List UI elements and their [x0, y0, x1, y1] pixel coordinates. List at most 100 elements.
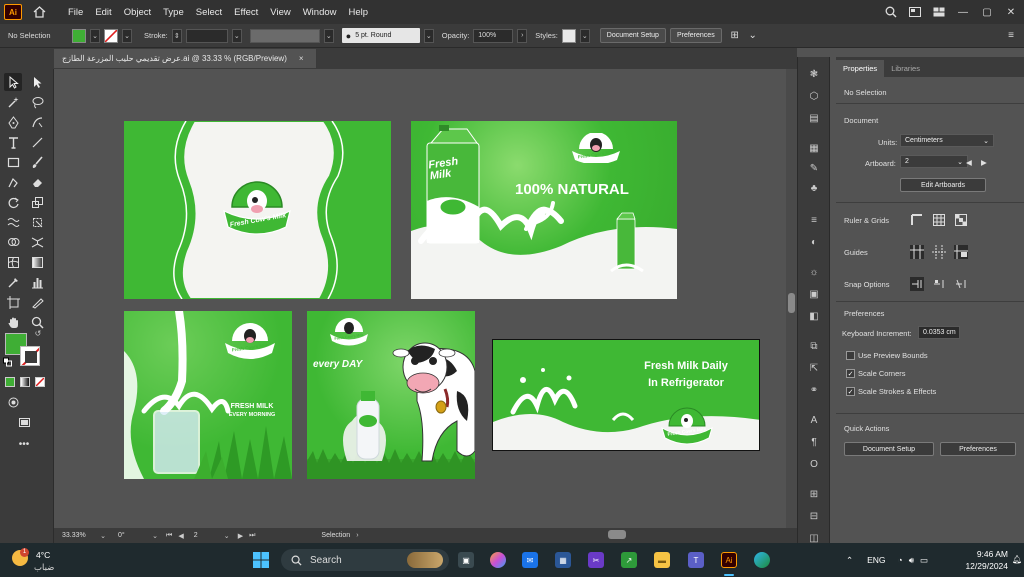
opacity-dropdown-icon[interactable]: › — [517, 28, 528, 43]
show-hidden-icons-icon[interactable]: ⌃ — [846, 555, 853, 566]
snap-to-glyph-icon[interactable] — [954, 277, 968, 291]
file-explorer-icon[interactable]: ▬ — [654, 552, 670, 568]
vertical-scrollbar[interactable] — [786, 69, 797, 528]
stroke-color-indicator[interactable] — [20, 346, 40, 366]
stroke-weight-stepper[interactable]: ⇕ — [171, 28, 182, 43]
brush-definition[interactable]: ● 5 pt. Round — [341, 28, 420, 43]
zoom-field[interactable]: 33.33% — [58, 530, 92, 541]
snap-to-point-icon[interactable] — [910, 277, 924, 291]
stroke-weight-field[interactable] — [185, 28, 228, 43]
brush-dropdown-icon[interactable]: ⌄ — [423, 28, 434, 43]
gradient-tool-icon[interactable] — [28, 253, 46, 271]
smart-guides-icon[interactable] — [932, 245, 946, 259]
snap-to-pixel-icon[interactable] — [932, 277, 946, 291]
free-transform-tool-icon[interactable] — [28, 213, 46, 231]
lasso-tool-icon[interactable] — [28, 93, 46, 111]
graphic-style-swatch[interactable] — [561, 28, 576, 43]
start-menu-icon[interactable] — [253, 552, 269, 568]
document-setup-button[interactable]: Document Setup — [599, 28, 666, 43]
stroke-swatch[interactable] — [104, 28, 118, 43]
gradient-mode-icon[interactable] — [20, 377, 30, 387]
next-artboard-icon[interactable]: ▶ — [238, 532, 243, 540]
learn-icon[interactable]: ❃ — [807, 67, 821, 81]
artboard-5[interactable]: Fresh Milk Daily In Refrigerator Fresh C… — [492, 339, 760, 451]
draw-mode-icon[interactable] — [4, 393, 22, 411]
artboard-3[interactable]: FRESH MILK EVERY MORNING Fresh Cow's Mil… — [124, 311, 292, 479]
transform-icon[interactable]: ⊞ — [807, 487, 821, 501]
scale-corners-checkbox[interactable]: ✓ — [846, 369, 855, 378]
panel-menu-icon[interactable]: ≡ — [1004, 29, 1018, 43]
last-artboard-icon[interactable]: ⏭ — [249, 532, 255, 540]
teams-icon[interactable]: T — [688, 552, 704, 568]
swap-fill-stroke-icon[interactable]: ↺ — [33, 328, 43, 338]
task-view-icon[interactable]: ▣ — [458, 552, 474, 568]
zoom-dropdown-icon[interactable]: ⌄ — [98, 530, 108, 541]
artboard-navigator-dropdown-icon[interactable]: ⌄ — [222, 530, 232, 541]
libraries-icon[interactable]: ▦ — [807, 141, 821, 155]
gradient-panel-icon[interactable]: ▣ — [807, 287, 821, 301]
taskbar-search[interactable]: Search — [281, 549, 449, 571]
language-indicator[interactable]: ENG — [867, 555, 885, 565]
line-segment-tool-icon[interactable] — [28, 133, 46, 151]
menu-object[interactable]: Object — [118, 7, 157, 18]
fill-dropdown-icon[interactable]: ⌄ — [90, 28, 100, 43]
default-fill-stroke-icon[interactable] — [3, 357, 13, 367]
preferences-button[interactable]: Preferences — [669, 28, 722, 43]
keyboard-increment-field[interactable]: 0.0353 cm — [918, 326, 960, 339]
show-guides-icon[interactable] — [910, 245, 924, 259]
opacity-field[interactable]: 100% — [473, 28, 514, 43]
artboard-select[interactable]: 2 ⌄ — [900, 155, 968, 168]
close-tab-icon[interactable]: × — [299, 54, 304, 63]
menu-effect[interactable]: Effect — [228, 7, 264, 18]
control-menu-icon[interactable]: ⌄ — [746, 29, 760, 43]
grid-icon[interactable] — [932, 213, 946, 227]
type-tool-icon[interactable] — [4, 133, 22, 151]
status-menu-icon[interactable]: › — [356, 532, 358, 539]
close-window-icon[interactable]: ✕ — [1004, 5, 1018, 19]
eraser-tool-icon[interactable] — [28, 173, 46, 191]
links-icon[interactable]: ⚭ — [807, 383, 821, 397]
paragraph-icon[interactable]: ¶ — [807, 435, 821, 449]
arrange-icon[interactable]: ⊞ — [728, 29, 742, 43]
fill-swatch[interactable] — [72, 28, 86, 43]
mail-icon[interactable]: ✉ — [522, 552, 538, 568]
appearance-icon[interactable]: ☼ — [807, 265, 821, 279]
stroke-weight-dropdown-icon[interactable]: ⌄ — [231, 28, 242, 43]
snipping-tool-icon[interactable]: ✂ — [588, 552, 604, 568]
artboard-1[interactable]: Fresh Cow's Milk — [124, 121, 391, 299]
rotate-tool-icon[interactable] — [4, 193, 22, 211]
vertical-scroll-thumb[interactable] — [788, 293, 795, 313]
previous-artboard-arrow-icon[interactable]: ◀ — [966, 158, 972, 167]
3d-materials-icon[interactable]: ⬡ — [807, 89, 821, 103]
transparency-icon[interactable]: ◧ — [807, 309, 821, 323]
styles-dropdown-icon[interactable]: ⌄ — [579, 28, 590, 43]
artboard-2[interactable]: Fresh Milk 100% NATURAL Fresh Cow's Milk — [411, 121, 677, 299]
change-screen-mode-icon[interactable] — [15, 413, 33, 431]
align-icon[interactable]: ⊟ — [807, 509, 821, 523]
opentype-icon[interactable]: O — [807, 457, 821, 471]
arrange-documents-icon[interactable] — [908, 5, 922, 19]
rulers-icon[interactable] — [910, 213, 924, 227]
menu-view[interactable]: View — [264, 7, 296, 18]
stroke-dropdown-icon[interactable]: ⌄ — [122, 28, 132, 43]
minimize-icon[interactable]: — — [956, 5, 970, 19]
notification-center-icon[interactable]: 🔔︎ — [1012, 555, 1022, 564]
copilot-icon[interactable] — [490, 552, 506, 568]
scale-tool-icon[interactable] — [28, 193, 46, 211]
artboard-navigator-field[interactable]: 2 — [189, 530, 216, 541]
rotation-dropdown-icon[interactable]: ⌄ — [150, 530, 160, 541]
menu-edit[interactable]: Edit — [89, 7, 117, 18]
lock-guides-icon[interactable] — [954, 245, 968, 259]
tab-libraries[interactable]: Libraries — [884, 60, 927, 77]
clock[interactable]: 9:46 AM 12/29/2024 — [958, 548, 1008, 572]
document-info-icon[interactable]: ▤ — [807, 111, 821, 125]
units-select[interactable]: Centimeters ⌄ — [900, 134, 994, 147]
edit-toolbar-icon[interactable]: ••• — [15, 435, 33, 453]
mesh-tool-icon[interactable] — [4, 253, 22, 271]
stroke-panel-icon[interactable]: ≡ — [807, 213, 821, 227]
quick-document-setup-button[interactable]: Document Setup — [844, 442, 934, 456]
menu-help[interactable]: Help — [343, 7, 375, 18]
curvature-tool-icon[interactable] — [28, 113, 46, 131]
next-artboard-arrow-icon[interactable]: ▶ — [981, 158, 987, 167]
color-mode-icon[interactable] — [5, 377, 15, 387]
